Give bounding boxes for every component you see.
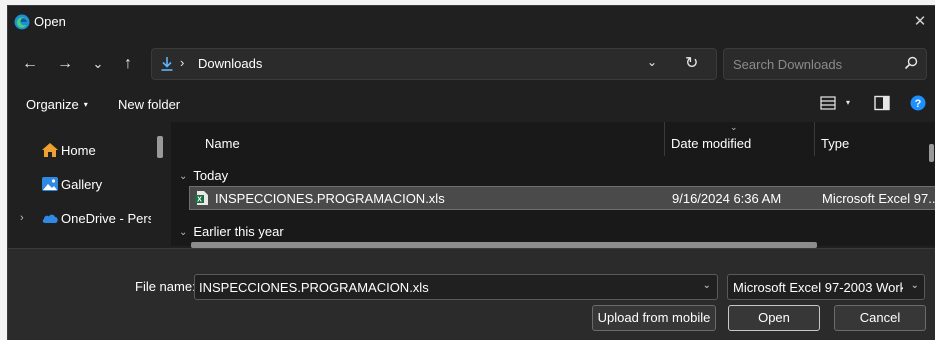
sidebar-item-onedrive[interactable]: › OneDrive - Perso (8, 206, 158, 232)
dialog-title: Open (34, 14, 66, 29)
sidebar-item-label: OneDrive - Perso (61, 211, 151, 226)
view-options-icon[interactable] (820, 95, 836, 111)
file-name-dropdown-icon[interactable]: ⌄ (703, 280, 711, 291)
title-bar: Open ✕ (8, 6, 935, 38)
search-icon[interactable] (904, 56, 918, 70)
sidebar-item-label: Home (61, 143, 96, 158)
dialog-footer: File name: INSPECCIONES.PROGRAMACION.xls… (8, 248, 935, 340)
file-name-value: INSPECCIONES.PROGRAMACION.xls (199, 280, 429, 295)
open-button[interactable]: Open (728, 305, 820, 331)
svg-text:X: X (197, 197, 202, 204)
file-list: Name Date modified ⌄ Type ⌄ Today X INSPE… (171, 122, 935, 248)
breadcrumb-downloads[interactable]: Downloads (198, 56, 262, 71)
file-type-dropdown-icon[interactable]: ⌄ (911, 280, 919, 291)
file-name-label: File name: (135, 279, 196, 294)
search-placeholder: Search Downloads (733, 57, 843, 72)
cancel-button[interactable]: Cancel (834, 305, 926, 331)
up-folder-icon[interactable]: ↑ (116, 52, 140, 76)
search-input[interactable]: Search Downloads (723, 48, 927, 80)
file-row-selected[interactable]: X INSPECCIONES.PROGRAMACION.xls 9/16/202… (189, 186, 935, 210)
gallery-icon (42, 177, 58, 191)
help-icon[interactable]: ? (910, 95, 926, 111)
column-header-label: Type (821, 136, 850, 151)
file-name-cell: INSPECCIONES.PROGRAMACION.xls (215, 191, 445, 206)
svg-text:?: ? (915, 98, 922, 110)
edge-logo-icon (14, 14, 30, 30)
file-type-select[interactable]: Microsoft Excel 97-2003 Worksl ⌄ (727, 274, 925, 300)
column-header-date-modified[interactable]: Date modified ⌄ (665, 122, 813, 158)
column-header-type[interactable]: Type (815, 122, 925, 158)
forward-icon[interactable]: → (53, 52, 77, 76)
address-dropdown-icon[interactable]: ⌄ (647, 55, 657, 69)
navigation-bar: ← → ⌄ ↑ › Downloads ⌄ ↻ Search Downloads (8, 40, 935, 88)
close-icon[interactable]: ✕ (907, 10, 933, 34)
column-header-name[interactable]: Name (171, 122, 663, 158)
sidebar-item-label: Gallery (61, 177, 103, 192)
breadcrumb-separator: › (180, 55, 185, 70)
open-file-dialog: Open ✕ ← → ⌄ ↑ › Downloads ⌄ ↻ Search Do… (8, 6, 935, 340)
organize-caret-icon: ▾ (83, 100, 88, 109)
file-type-value: Microsoft Excel 97-2003 Worksl (733, 280, 903, 295)
home-icon (42, 143, 58, 157)
column-header-label: Name (205, 136, 240, 151)
file-list-scrollbar[interactable] (929, 144, 934, 162)
file-name-field[interactable]: INSPECCIONES.PROGRAMACION.xls ⌄ (194, 274, 718, 300)
downloads-folder-icon (161, 57, 173, 71)
file-date-cell: 9/16/2024 6:36 AM (672, 191, 782, 206)
organize-label: Organize (26, 97, 79, 112)
organize-button[interactable]: Organize ▾ (26, 97, 88, 112)
group-label: Earlier this year (193, 224, 284, 239)
sidebar-item-gallery[interactable]: Gallery (8, 172, 158, 198)
back-icon[interactable]: ← (18, 52, 42, 76)
refresh-icon[interactable]: ↻ (685, 53, 698, 73)
navigation-pane-scrollbar[interactable] (157, 136, 163, 158)
preview-pane-icon[interactable] (874, 95, 890, 111)
file-type-cell: Microsoft Excel 97... (822, 191, 935, 206)
excel-file-icon: X (195, 191, 208, 205)
new-folder-button[interactable]: New folder (118, 97, 180, 112)
column-header-label: Date modified (671, 136, 752, 151)
command-bar: Organize ▾ New folder ▾ ? (8, 91, 935, 119)
group-header-earlier-this-year[interactable]: ⌄ Earlier this year (179, 224, 284, 239)
onedrive-icon (42, 214, 58, 223)
sidebar-item-home[interactable]: Home (8, 138, 158, 164)
sort-indicator-icon: ⌄ (730, 122, 738, 132)
expand-chevron-icon[interactable]: › (20, 212, 24, 224)
group-header-today[interactable]: ⌄ Today (179, 168, 228, 183)
collapse-chevron-icon[interactable]: ⌄ (179, 171, 187, 182)
navigation-pane: Home Gallery › OneDrive - Perso (8, 122, 168, 246)
group-label: Today (193, 168, 229, 183)
upload-from-mobile-button[interactable]: Upload from mobile (592, 305, 716, 331)
recent-locations-chevron-icon[interactable]: ⌄ (86, 52, 110, 76)
collapse-chevron-icon[interactable]: ⌄ (179, 227, 187, 238)
address-bar[interactable]: › Downloads ⌄ ↻ (151, 48, 717, 80)
view-options-caret-icon[interactable]: ▾ (846, 98, 850, 107)
